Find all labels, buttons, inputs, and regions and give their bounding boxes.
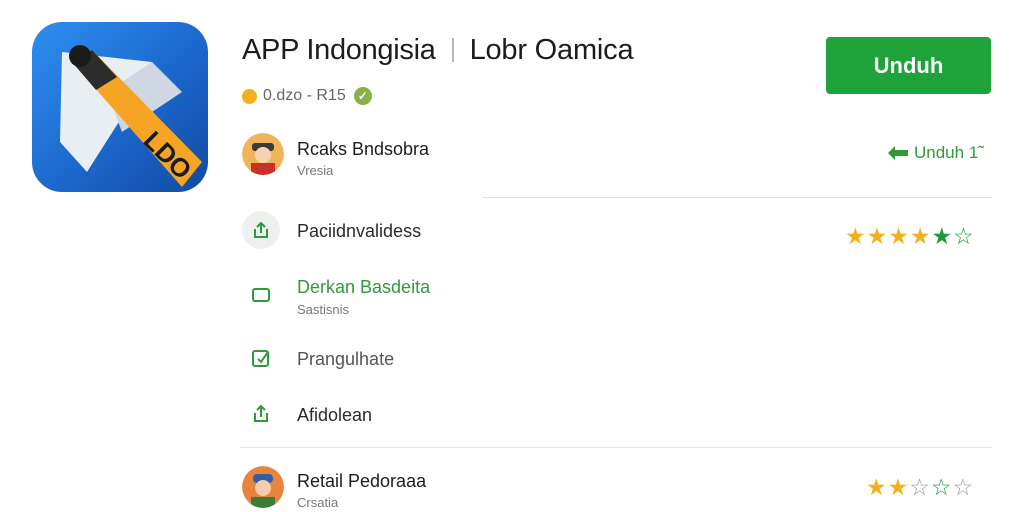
menu-item-4[interactable]: Afidolean (242, 395, 492, 433)
pen-logo-icon: LDO (60, 45, 202, 187)
publisher-name[interactable]: Lobr Oamica (470, 34, 634, 67)
star-outline-icon: ☆ (953, 223, 974, 249)
avatar (242, 133, 284, 175)
star-icon: ★ (866, 223, 888, 249)
app-title: APP Indongisia (242, 33, 436, 66)
verified-icon: ✓ (353, 87, 372, 105)
review-author: Rcaks Bndsobra (297, 139, 430, 159)
menu-item-1[interactable]: Paciidnvalidess (242, 211, 492, 251)
star-icon: ★ (888, 223, 909, 249)
star-outline-icon: ☆ (930, 474, 952, 500)
install-button[interactable]: Unduh (826, 37, 991, 94)
menu-item-3[interactable]: Prangulhate (242, 339, 492, 377)
rating-stars-2: ★ ★ ☆ ☆ ☆ (866, 476, 974, 499)
menu-item-2[interactable]: Derkan Basdeita Sastisnis (242, 274, 492, 322)
side-download-label: Unduh 1̃ (914, 143, 979, 162)
review-subtitle: Crsatia (297, 495, 339, 510)
menu-item-label: Paciidnvalidess (297, 221, 422, 241)
divider (482, 197, 992, 198)
menu-item-sub: Sastisnis (297, 302, 350, 317)
side-download-link[interactable]: Unduh 1̃ (888, 143, 978, 163)
star-icon: ★ (931, 223, 953, 249)
edit-icon (242, 339, 280, 377)
download-arrow-icon (888, 146, 908, 160)
review-item-2[interactable]: Retail Pedoraaa Crsatia (242, 466, 492, 512)
title-row: APP Indongisia Lobr Oamica (242, 30, 634, 70)
review-author: Retail Pedoraaa (297, 471, 427, 491)
divider (240, 447, 992, 448)
upload-icon (242, 395, 280, 433)
star-icon: ★ (866, 474, 887, 500)
star-icon: ★ (887, 474, 909, 500)
rating-stars-1: ★ ★ ★ ★ ★ ☆ (845, 225, 975, 248)
menu-item-label: Prangulhate (297, 349, 395, 369)
star-icon: ★ (845, 223, 866, 249)
title-separator (451, 38, 454, 62)
app-icon: LDO (32, 22, 208, 192)
menu-item-label: Afidolean (297, 405, 373, 425)
star-outline-icon: ☆ (952, 474, 974, 500)
rating-dot-icon (242, 88, 257, 104)
review-item-1[interactable]: Rcaks Bndsobra Vresia (242, 133, 492, 183)
star-outline-icon: ☆ (909, 474, 930, 500)
meta-row: 0.dzo - R15 ✓ (242, 87, 372, 105)
square-icon (242, 276, 280, 314)
meta-text: 0.dzo - R15 (263, 87, 346, 104)
share-icon (242, 211, 280, 249)
star-icon: ★ (909, 223, 931, 249)
review-subtitle: Vresia (297, 163, 334, 178)
avatar (242, 466, 284, 508)
menu-item-label: Derkan Basdeita (297, 277, 431, 297)
